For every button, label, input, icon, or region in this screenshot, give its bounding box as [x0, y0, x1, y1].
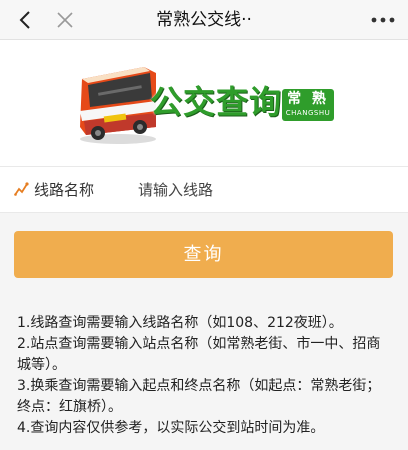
more-dots-icon — [371, 17, 395, 23]
usage-notes: 1.线路查询需要输入线路名称（如108、212夜班）。 2.站点查询需要输入站点… — [17, 313, 389, 439]
close-button[interactable] — [52, 6, 78, 34]
navigation-bar: 常熟公交线·· — [0, 0, 408, 40]
note-item: 2.站点查询需要输入站点名称（如常熟老街、市一中、招商城等）。 — [17, 336, 381, 373]
city-badge: 常 熟 CHANGSHU — [282, 89, 334, 121]
route-input[interactable] — [138, 175, 388, 205]
more-button[interactable] — [368, 6, 398, 34]
note-item: 4.查询内容仅供参考，以实际公交到站时间为准。 — [17, 420, 325, 436]
note-item: 1.线路查询需要输入线路名称（如108、212夜班）。 — [17, 315, 343, 331]
back-button[interactable] — [12, 6, 38, 34]
banner: 公交查询 常 熟 CHANGSHU — [0, 41, 408, 166]
route-icon — [14, 182, 29, 196]
city-badge-pinyin: CHANGSHU — [285, 109, 331, 117]
query-button[interactable]: 查询 — [14, 231, 393, 278]
route-label: 线路名称 — [34, 181, 95, 199]
chevron-left-icon — [19, 11, 30, 29]
content-area: 查询 1.线路查询需要输入线路名称（如108、212夜班）。 2.站点查询需要输… — [0, 213, 408, 450]
note-item: 3.换乘查询需要输入起点和终点名称（如起点：常熟老街；终点：红旗桥）。 — [17, 378, 381, 415]
city-badge-name: 常 熟 — [287, 91, 329, 107]
logo-text: 公交查询 — [150, 83, 283, 121]
route-input-row: 线路名称 — [0, 167, 408, 213]
close-icon — [57, 12, 73, 28]
page-title: 常熟公交线·· — [156, 10, 252, 30]
bus-icon — [80, 67, 156, 144]
